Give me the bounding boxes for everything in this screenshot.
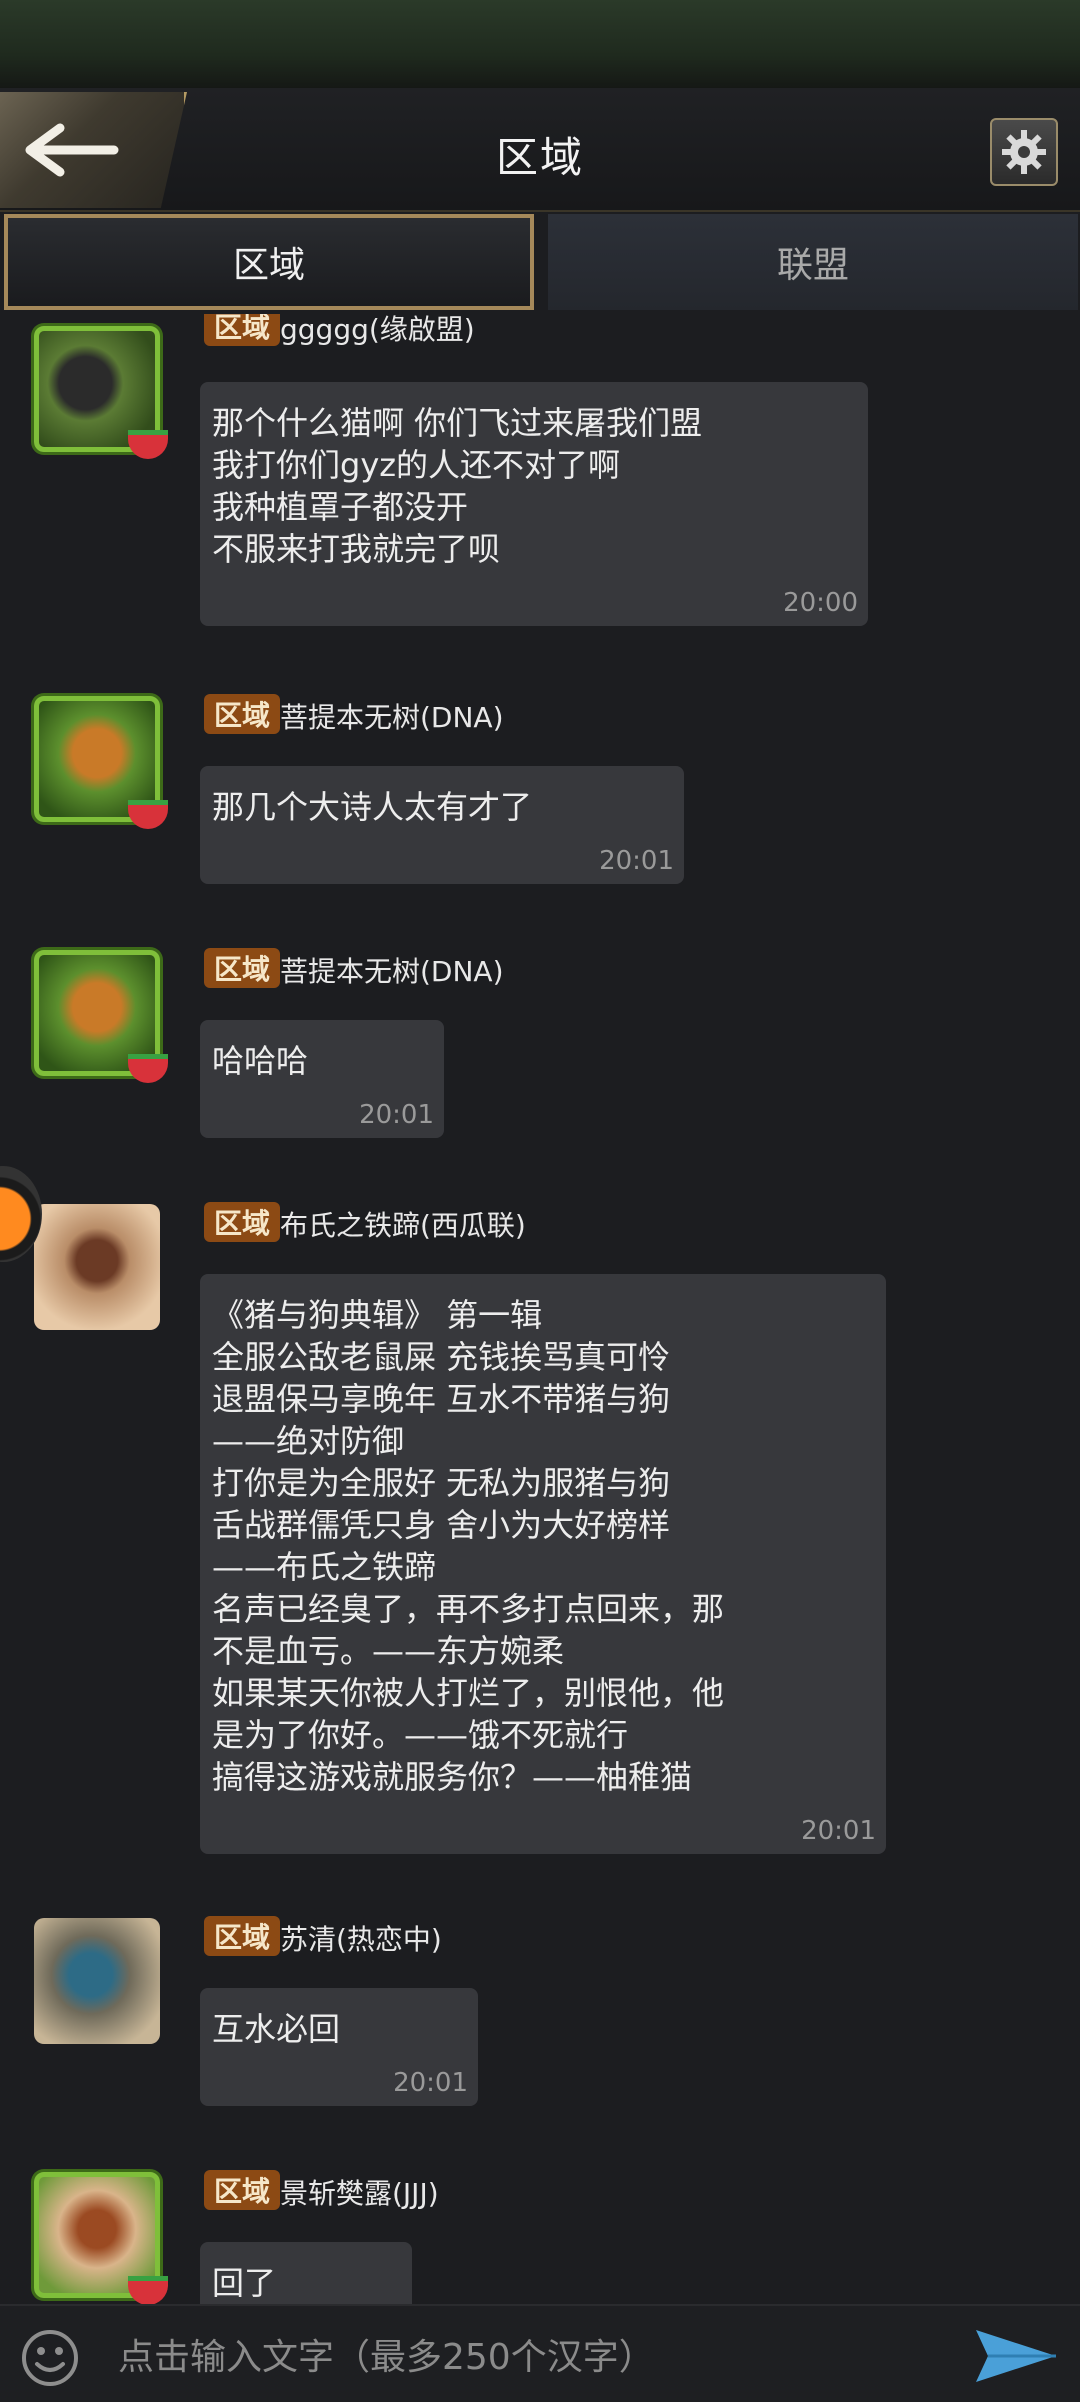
- username: 景斩樊露(JJJ): [280, 2177, 439, 2210]
- tab-region[interactable]: 区域: [4, 214, 534, 310]
- message-time: 20:01: [599, 846, 674, 876]
- message-text: 哈哈哈: [212, 1042, 309, 1080]
- settings-button[interactable]: [990, 118, 1058, 186]
- avatar[interactable]: [34, 1918, 160, 2044]
- channel-tag: 区域: [204, 1202, 281, 1242]
- avatar[interactable]: [34, 1204, 160, 1330]
- message-text: 回了: [212, 2264, 277, 2302]
- top-scenery-strip: [0, 0, 1080, 92]
- tab-alliance[interactable]: 联盟: [548, 214, 1078, 310]
- message-list[interactable]: 区域 ggggg(缘啟盟) 那个什么猫啊 你们飞过来屠我们盟 我打你们gyz的人…: [0, 314, 1080, 2304]
- channel-tag: 区域: [204, 1916, 281, 1956]
- message-bubble: 回了: [200, 2242, 412, 2304]
- channel-tag: 区域: [204, 314, 281, 346]
- watermelon-badge-icon: [128, 800, 168, 829]
- watermelon-badge-icon: [128, 430, 168, 459]
- username: ggggg(缘啟盟): [280, 314, 475, 346]
- message-text: 那几个大诗人太有才了: [212, 788, 533, 826]
- channel-tag: 区域: [204, 2170, 281, 2210]
- gear-icon: [1002, 130, 1046, 174]
- username: 菩提本无树(DNA): [280, 701, 504, 734]
- message-text: 那个什么猫啊 你们飞过来屠我们盟 我打你们gyz的人还不对了啊 我种植罩子都没开…: [212, 404, 703, 568]
- send-button[interactable]: [974, 2328, 1058, 2388]
- message-bubble: 哈哈哈 20:01: [200, 1020, 444, 1138]
- username: 菩提本无树(DNA): [280, 955, 504, 988]
- back-arrow-icon: [25, 123, 119, 177]
- smiley-icon: [22, 2330, 78, 2386]
- message-bubble: 互水必回 20:01: [200, 1988, 478, 2106]
- page-title: 区域: [495, 133, 584, 182]
- message-input[interactable]: 点击输入文字（最多250个汉字）: [118, 2328, 655, 2380]
- username: 布氏之铁蹄(西瓜联): [280, 1209, 526, 1242]
- message-time: 20:01: [393, 2068, 468, 2098]
- message-bubble: 《猪与狗典辑》 第一辑 全服公敌老鼠屎 充钱挨骂真可怜 退盟保马享晚年 互水不带…: [200, 1274, 886, 1854]
- watermelon-badge-icon: [128, 1054, 168, 1083]
- channel-tag: 区域: [204, 948, 281, 988]
- message-bubble: 那个什么猫啊 你们飞过来屠我们盟 我打你们gyz的人还不对了啊 我种植罩子都没开…: [200, 382, 868, 626]
- back-button[interactable]: [0, 92, 187, 208]
- message-bubble: 那几个大诗人太有才了 20:01: [200, 766, 684, 884]
- chat-input-bar: 点击输入文字（最多250个汉字）: [0, 2304, 1080, 2402]
- emoji-button[interactable]: [20, 2328, 80, 2392]
- message-time: 20:01: [359, 1100, 434, 1130]
- username: 苏清(热恋中): [280, 1923, 442, 1956]
- send-icon: [976, 2330, 1056, 2382]
- message-time: 20:01: [801, 1816, 876, 1846]
- message-text: 互水必回: [212, 2010, 341, 2048]
- watermelon-badge-icon: [128, 2276, 168, 2304]
- message-time: 20:00: [783, 588, 858, 618]
- channel-tag: 区域: [204, 694, 281, 734]
- message-text: 《猪与狗典辑》 第一辑 全服公敌老鼠屎 充钱挨骂真可怜 退盟保马享晚年 互水不带…: [212, 1296, 725, 1796]
